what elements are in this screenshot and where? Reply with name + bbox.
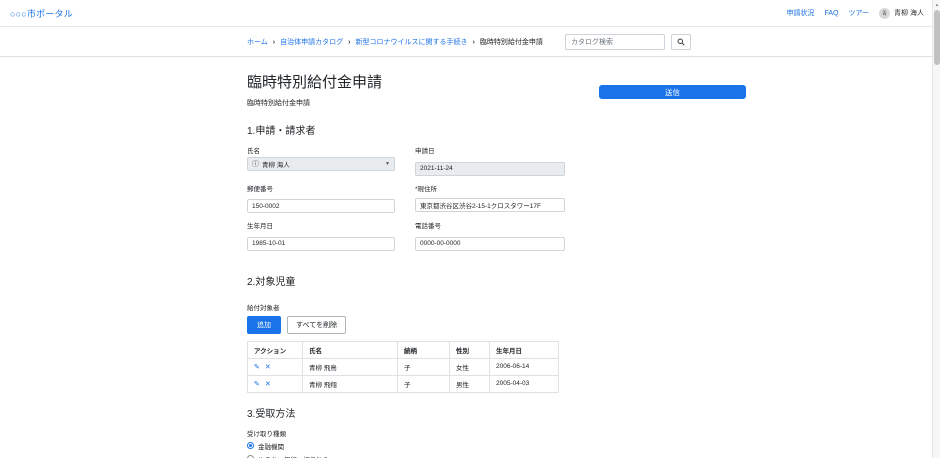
breadcrumb: ホーム 自治体申請カタログ 新型コロナウイルスに関する手続き 臨時特別給付金申請 xyxy=(247,37,543,47)
edit-icon[interactable]: ✎ xyxy=(254,363,260,371)
search-input[interactable] xyxy=(565,34,665,50)
application-date-label: 申請日 xyxy=(415,145,565,155)
application-form: 臨時特別給付金申請 臨時特別給付金申請 1.申請・請求者 氏名 ⓘ 青柳 海人 … xyxy=(247,57,577,458)
cell-relation: 子 xyxy=(398,358,450,375)
main-content: 臨時特別給付金申請 臨時特別給付金申請 1.申請・請求者 氏名 ⓘ 青柳 海人 … xyxy=(0,57,777,458)
nav-faq[interactable]: FAQ xyxy=(824,10,838,17)
cell-birthday: 2005-04-03 xyxy=(490,375,559,392)
receipt-option-label: 金融機関 xyxy=(258,441,284,451)
receipt-type-label: 受け取り種類 xyxy=(247,428,577,438)
header-name: 氏名 xyxy=(303,341,398,358)
postal-code-label: 郵便番号 xyxy=(247,183,395,193)
recipients-label: 給付対象者 xyxy=(247,302,577,312)
breadcrumb-current: 臨時特別給付金申請 xyxy=(467,37,542,47)
search-icon xyxy=(677,38,685,46)
submit-button[interactable]: 送信 xyxy=(599,85,746,99)
cell-name: 青柳 飛翔 xyxy=(303,375,398,392)
receipt-option-bank[interactable]: 金融機関 xyxy=(247,441,577,451)
cell-gender: 女性 xyxy=(450,358,490,375)
field-birth-date: 生年月日 xyxy=(247,220,395,251)
cell-name: 青柳 飛鳥 xyxy=(303,358,398,375)
submit-panel: 送信 xyxy=(599,57,777,458)
section3-heading: 3.受取方法 xyxy=(247,405,577,420)
phone-label: 電話番号 xyxy=(415,220,565,230)
scroll-up-icon[interactable]: ▲ xyxy=(933,0,940,9)
section1-heading: 1.申請・請求者 xyxy=(247,122,577,137)
add-child-button[interactable]: 追加 xyxy=(247,316,281,334)
name-select[interactable]: ⓘ 青柳 海人 ▼ xyxy=(247,157,395,171)
info-icon: ⓘ xyxy=(252,159,259,169)
radio-icon[interactable] xyxy=(247,442,254,449)
field-address: *現住所 xyxy=(415,183,565,214)
receipt-option-label: ゆうちょ銀行へ振り込み xyxy=(258,454,330,458)
postal-code-input[interactable] xyxy=(247,199,395,213)
scrollbar[interactable]: ▲ xyxy=(932,0,940,458)
edit-icon[interactable]: ✎ xyxy=(254,380,260,388)
birth-date-input[interactable] xyxy=(247,237,395,251)
cell-birthday: 2006-06-14 xyxy=(490,358,559,375)
breadcrumb-home[interactable]: ホーム xyxy=(247,37,268,47)
chevron-down-icon: ▼ xyxy=(385,161,390,167)
header-relation: 続柄 xyxy=(398,341,450,358)
nav-tour[interactable]: ツアー xyxy=(848,8,869,18)
delete-all-button[interactable]: すべてを削除 xyxy=(287,316,346,334)
receipt-option-yucho[interactable]: ゆうちょ銀行へ振り込み xyxy=(247,454,577,458)
header-action: アクション xyxy=(248,341,303,358)
section1-fields: 氏名 ⓘ 青柳 海人 ▼ 申請日 郵便番号 *現住所 生年月日 xyxy=(247,145,577,251)
breadcrumb-covid-procedures[interactable]: 新型コロナウイルスに関する手続き xyxy=(343,37,467,47)
cell-gender: 男性 xyxy=(450,375,490,392)
phone-input[interactable] xyxy=(415,237,565,251)
delete-icon[interactable]: ✕ xyxy=(265,380,271,388)
row-actions: ✎ ✕ xyxy=(254,363,296,371)
table-header-row: アクション 氏名 続柄 性別 生年月日 xyxy=(248,341,559,358)
name-value: 青柳 海人 xyxy=(262,159,290,169)
address-input[interactable] xyxy=(415,198,565,212)
field-phone: 電話番号 xyxy=(415,220,565,251)
children-table: アクション 氏名 続柄 性別 生年月日 ✎ ✕ 青柳 飛鳥 子 xyxy=(247,341,559,393)
header-nav: 申請状況 FAQ ツアー 青 青柳 海人 xyxy=(786,8,924,19)
nav-application-status[interactable]: 申請状況 xyxy=(786,8,814,18)
section2-heading: 2.対象児童 xyxy=(247,273,577,288)
portal-logo[interactable]: ○○○市ポータル xyxy=(10,7,73,20)
application-date-input[interactable] xyxy=(415,162,565,176)
scrollbar-thumb[interactable] xyxy=(934,10,940,65)
breadcrumb-bar: ホーム 自治体申請カタログ 新型コロナウイルスに関する手続き 臨時特別給付金申請 xyxy=(0,27,940,57)
page-subtitle: 臨時特別給付金申請 xyxy=(247,98,577,108)
field-application-date: 申請日 xyxy=(415,145,565,176)
avatar: 青 xyxy=(879,8,890,19)
field-postal-code: 郵便番号 xyxy=(247,183,395,214)
field-name: 氏名 ⓘ 青柳 海人 ▼ xyxy=(247,145,395,176)
row-actions: ✎ ✕ xyxy=(254,380,296,388)
table-actions: 追加 すべてを削除 xyxy=(247,316,577,334)
header-gender: 性別 xyxy=(450,341,490,358)
header-birthday: 生年月日 xyxy=(490,341,559,358)
catalog-search xyxy=(565,34,691,50)
search-button[interactable] xyxy=(671,34,691,50)
table-row: ✎ ✕ 青柳 飛鳥 子 女性 2006-06-14 xyxy=(248,358,559,375)
page-title: 臨時特別給付金申請 xyxy=(247,71,577,92)
user-menu[interactable]: 青 青柳 海人 xyxy=(879,8,924,19)
birth-date-label: 生年月日 xyxy=(247,220,395,230)
name-label: 氏名 xyxy=(247,145,395,155)
delete-icon[interactable]: ✕ xyxy=(265,363,271,371)
cell-relation: 子 xyxy=(398,375,450,392)
breadcrumb-catalog[interactable]: 自治体申請カタログ xyxy=(268,37,343,47)
user-name: 青柳 海人 xyxy=(894,8,924,18)
address-label: *現住所 xyxy=(415,183,565,193)
table-row: ✎ ✕ 青柳 飛翔 子 男性 2005-04-03 xyxy=(248,375,559,392)
top-header: ○○○市ポータル 申請状況 FAQ ツアー 青 青柳 海人 xyxy=(0,0,940,27)
